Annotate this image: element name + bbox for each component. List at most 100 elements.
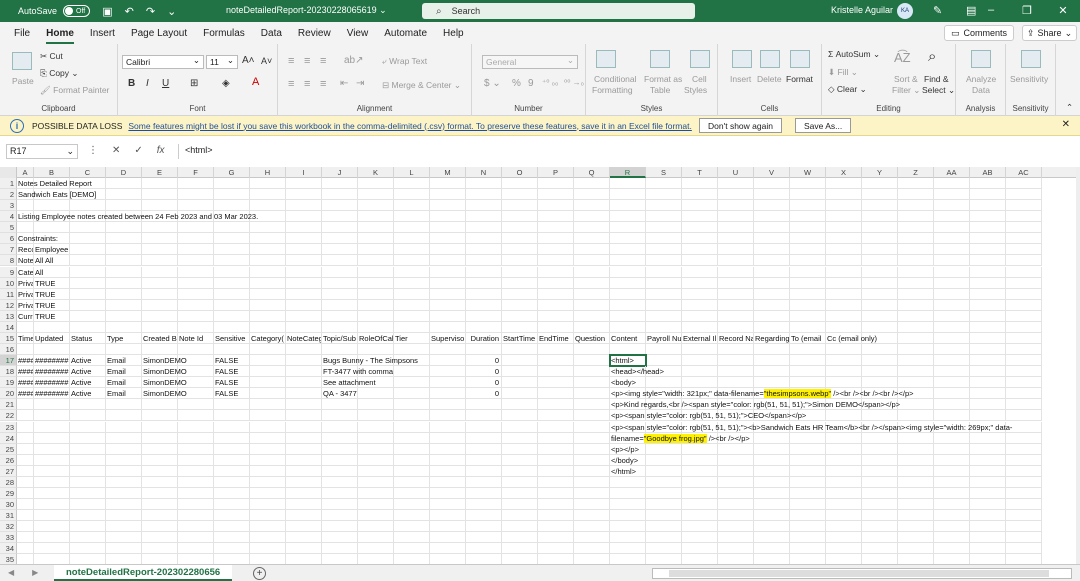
cell-x14[interactable] — [826, 321, 862, 333]
select-all-corner[interactable] — [0, 167, 17, 178]
cell-m30[interactable] — [430, 499, 466, 511]
cell-ac16[interactable] — [1006, 344, 1042, 356]
cell-z26[interactable] — [898, 454, 934, 466]
cell-s6[interactable] — [646, 233, 682, 245]
tab-view[interactable]: View — [347, 28, 369, 39]
cell-s2[interactable] — [646, 189, 682, 201]
cell-a24[interactable] — [17, 432, 34, 444]
cell-f26[interactable] — [178, 454, 214, 466]
cell-u31[interactable] — [718, 510, 754, 522]
cell-g2[interactable] — [214, 189, 250, 201]
cell-m9[interactable] — [430, 266, 466, 278]
cell-g15[interactable]: Sensitive — [214, 332, 250, 344]
conditional-formatting-button[interactable]: Conditional — [594, 74, 637, 84]
cell-e22[interactable] — [142, 410, 178, 422]
cell-ab25[interactable] — [970, 443, 1006, 455]
cell-q2[interactable] — [574, 189, 610, 201]
cell-f30[interactable] — [178, 499, 214, 511]
cell-r11[interactable] — [610, 288, 646, 300]
cell-v16[interactable] — [754, 344, 790, 356]
cell-j10[interactable] — [322, 277, 358, 289]
cell-e5[interactable] — [142, 222, 178, 234]
cell-v34[interactable] — [754, 543, 790, 555]
cell-h11[interactable] — [250, 288, 286, 300]
cell-ab34[interactable] — [970, 543, 1006, 555]
cell-r21[interactable]: <p>Kind regards,<br /><span style="color… — [610, 399, 900, 411]
customize-qat-icon[interactable]: ⌄ — [167, 5, 176, 18]
cell-f13[interactable] — [178, 310, 214, 322]
cell-h18[interactable] — [250, 366, 286, 378]
cell-o17[interactable] — [502, 355, 538, 367]
cell-m21[interactable] — [430, 399, 466, 411]
cell-m32[interactable] — [430, 521, 466, 533]
cell-d20[interactable]: Email — [106, 388, 142, 400]
cell-h35[interactable] — [250, 554, 286, 564]
cell-m5[interactable] — [430, 222, 466, 234]
cell-z32[interactable] — [898, 521, 934, 533]
format-cells-icon[interactable] — [790, 50, 810, 68]
column-header-aa[interactable]: AA — [934, 167, 970, 178]
cell-z17[interactable] — [898, 355, 934, 367]
row-header[interactable]: 18 — [0, 366, 17, 378]
cell-w17[interactable] — [790, 355, 826, 367]
cell-h24[interactable] — [250, 432, 286, 444]
cell-l8[interactable] — [394, 255, 430, 267]
cell-n4[interactable] — [466, 211, 502, 223]
cell-j3[interactable] — [322, 200, 358, 212]
cell-j29[interactable] — [322, 487, 358, 499]
cell-b17[interactable]: ######## — [34, 355, 70, 367]
cell-q10[interactable] — [574, 277, 610, 289]
cell-y19[interactable] — [862, 377, 898, 389]
cell-z18[interactable] — [898, 366, 934, 378]
cell-v33[interactable] — [754, 532, 790, 544]
cell-ac25[interactable] — [1006, 443, 1042, 455]
cell-d7[interactable] — [106, 244, 142, 256]
cell-c29[interactable] — [70, 487, 106, 499]
cell-u8[interactable] — [718, 255, 754, 267]
cell-aa24[interactable] — [934, 432, 970, 444]
cell-e33[interactable] — [142, 532, 178, 544]
cell-e25[interactable] — [142, 443, 178, 455]
cell-k31[interactable] — [358, 510, 394, 522]
cell-p20[interactable] — [538, 388, 574, 400]
cell-c6[interactable] — [70, 233, 106, 245]
cell-p26[interactable] — [538, 454, 574, 466]
cell-o20[interactable] — [502, 388, 538, 400]
cell-y7[interactable] — [862, 244, 898, 256]
cell-k3[interactable] — [358, 200, 394, 212]
row-header[interactable]: 11 — [0, 288, 17, 300]
cell-a27[interactable] — [17, 465, 34, 477]
cell-c7[interactable] — [70, 244, 106, 256]
cell-o9[interactable] — [502, 266, 538, 278]
cell-t11[interactable] — [682, 288, 718, 300]
cell-r26[interactable]: </body> — [610, 454, 646, 466]
cell-ab1[interactable] — [970, 178, 1006, 189]
cell-v35[interactable] — [754, 554, 790, 564]
cell-h12[interactable] — [250, 299, 286, 311]
cell-k30[interactable] — [358, 499, 394, 511]
cell-p33[interactable] — [538, 532, 574, 544]
cell-u3[interactable] — [718, 200, 754, 212]
cell-j17[interactable]: Bugs Bunny - The Simpsons — [322, 355, 418, 367]
cell-y31[interactable] — [862, 510, 898, 522]
align-center-icon[interactable]: ≡ — [304, 78, 310, 90]
cell-l6[interactable] — [394, 233, 430, 245]
cell-aa26[interactable] — [934, 454, 970, 466]
cell-aa4[interactable] — [934, 211, 970, 223]
cell-v18[interactable] — [754, 366, 790, 378]
cell-ac19[interactable] — [1006, 377, 1042, 389]
cell-y22[interactable] — [862, 410, 898, 422]
cell-g25[interactable] — [214, 443, 250, 455]
cell-a2[interactable]: Sandwich Eats [DEMO] — [17, 189, 96, 201]
cell-w16[interactable] — [790, 344, 826, 356]
cell-ab20[interactable] — [970, 388, 1006, 400]
cell-w27[interactable] — [790, 465, 826, 477]
cell-g3[interactable] — [214, 200, 250, 212]
cell-q17[interactable] — [574, 355, 610, 367]
undo-icon[interactable]: ↶ — [125, 5, 134, 18]
format-painter-button[interactable]: 🖌 Format Painter — [40, 85, 109, 96]
row-header[interactable]: 17 — [0, 355, 17, 367]
cell-g21[interactable] — [214, 399, 250, 411]
close-icon[interactable]: ✕ — [1062, 119, 1070, 130]
cell-ac11[interactable] — [1006, 288, 1042, 300]
